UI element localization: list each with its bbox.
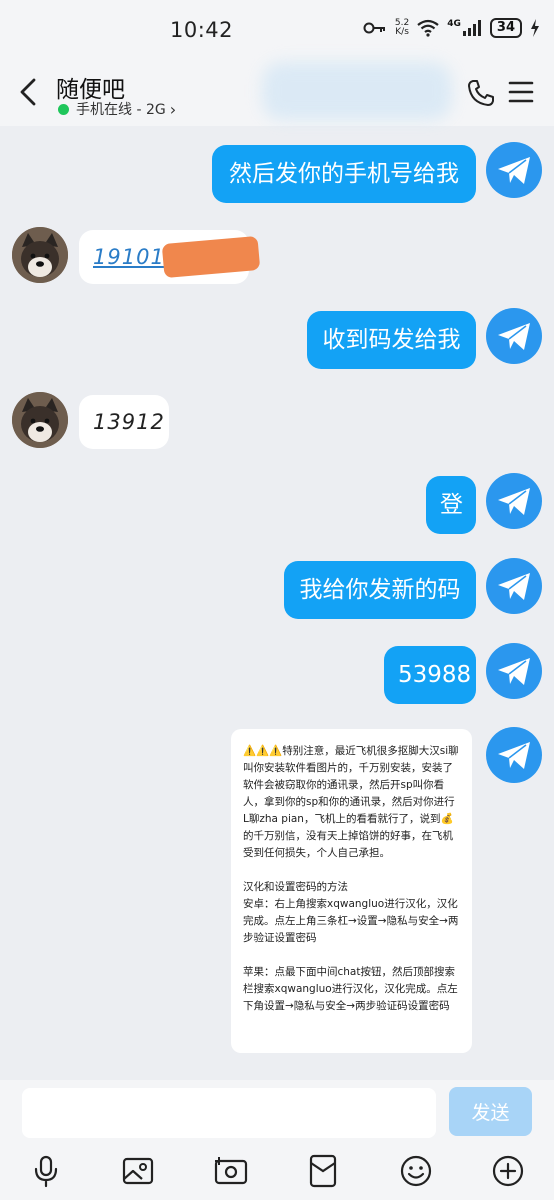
- message-bubble-incoming[interactable]: 13912: [79, 395, 169, 449]
- handwritten-code: 13912: [93, 410, 165, 434]
- avatar-self[interactable]: [486, 142, 542, 198]
- avatar-self[interactable]: [486, 643, 542, 699]
- avatar-contact[interactable]: [12, 227, 68, 283]
- chat-header: 随便吧 手机在线 - 2G ›: [0, 62, 554, 126]
- chevron-right-icon: ›: [169, 99, 177, 119]
- redaction-mark: [161, 235, 261, 279]
- signal-icon: [462, 20, 481, 36]
- wifi-icon: [417, 19, 439, 37]
- notice-ios-instructions: 苹果：点最下面中间chat按钮，然后顶部搜索栏搜索xqwangluo进行汉化，汉…: [243, 966, 458, 1012]
- emoji-icon[interactable]: [399, 1154, 433, 1188]
- dog-avatar-icon: [12, 392, 68, 448]
- status-time: 10:42: [170, 18, 234, 42]
- status-icons: 5.2 K/s 4G 34: [363, 18, 540, 38]
- paper-plane-icon: [498, 573, 530, 600]
- photo-icon[interactable]: [121, 1154, 155, 1188]
- message-bubble-outgoing[interactable]: 收到码发给我: [307, 311, 476, 369]
- blurred-region: [262, 62, 452, 120]
- menu-icon[interactable]: [508, 79, 534, 105]
- paper-plane-icon: [498, 658, 530, 685]
- paper-plane-icon: [498, 742, 530, 769]
- send-button[interactable]: 发送: [449, 1087, 532, 1136]
- message-bubble-outgoing[interactable]: 登: [426, 476, 476, 534]
- message-notice-card[interactable]: ⚠️⚠️⚠️特别注意，最近飞机很多抠脚大汉si聊叫你安装软件看图片的，千万别安装…: [231, 729, 472, 1053]
- key-icon: [363, 22, 385, 34]
- message-bubble-incoming[interactable]: 191015: [79, 230, 261, 284]
- online-status[interactable]: 手机在线 - 2G ›: [58, 99, 176, 119]
- status-bar: 10:42 5.2 K/s 4G 34: [0, 0, 554, 62]
- avatar-self[interactable]: [486, 558, 542, 614]
- phone-call-icon[interactable]: [466, 78, 496, 108]
- microphone-icon[interactable]: [29, 1154, 63, 1188]
- charging-icon: [531, 19, 539, 37]
- message-bubble-outgoing[interactable]: 然后发你的手机号给我: [212, 145, 476, 203]
- signal-indicator: 4G: [447, 20, 482, 36]
- message-input-bar: 发送: [0, 1080, 554, 1146]
- message-bubble-outgoing[interactable]: 53988: [384, 646, 476, 704]
- message-input[interactable]: [22, 1088, 436, 1138]
- input-toolbar: [0, 1146, 554, 1200]
- battery-indicator: 34: [489, 18, 522, 38]
- online-dot-icon: [58, 103, 69, 115]
- notice-android-instructions: 汉化和设置密码的方法 安卓：右上角搜索xqwangluo进行汉化，汉化完成。点左…: [243, 881, 459, 944]
- avatar-self[interactable]: [486, 308, 542, 364]
- camera-icon[interactable]: [214, 1154, 248, 1188]
- dog-avatar-icon: [12, 227, 68, 283]
- net-speed: 5.2 K/s: [394, 18, 410, 37]
- online-status-text: 手机在线 - 2G: [76, 102, 166, 118]
- avatar-contact[interactable]: [12, 392, 68, 448]
- back-arrow-icon[interactable]: [14, 76, 42, 108]
- plus-icon[interactable]: [491, 1154, 525, 1188]
- paper-plane-icon: [498, 323, 530, 350]
- avatar-self[interactable]: [486, 727, 542, 783]
- notice-warning-text: ⚠️⚠️⚠️特别注意，最近飞机很多抠脚大汉si聊叫你安装软件看图片的，千万别安装…: [243, 745, 459, 859]
- chat-messages[interactable]: 然后发你的手机号给我 191015 收到码发给我 13912 登 我给你发新的码…: [0, 126, 554, 1080]
- avatar-self[interactable]: [486, 473, 542, 529]
- paper-plane-icon: [498, 157, 530, 184]
- message-bubble-outgoing[interactable]: 我给你发新的码: [284, 561, 476, 619]
- red-packet-icon[interactable]: [306, 1154, 340, 1188]
- paper-plane-icon: [498, 488, 530, 515]
